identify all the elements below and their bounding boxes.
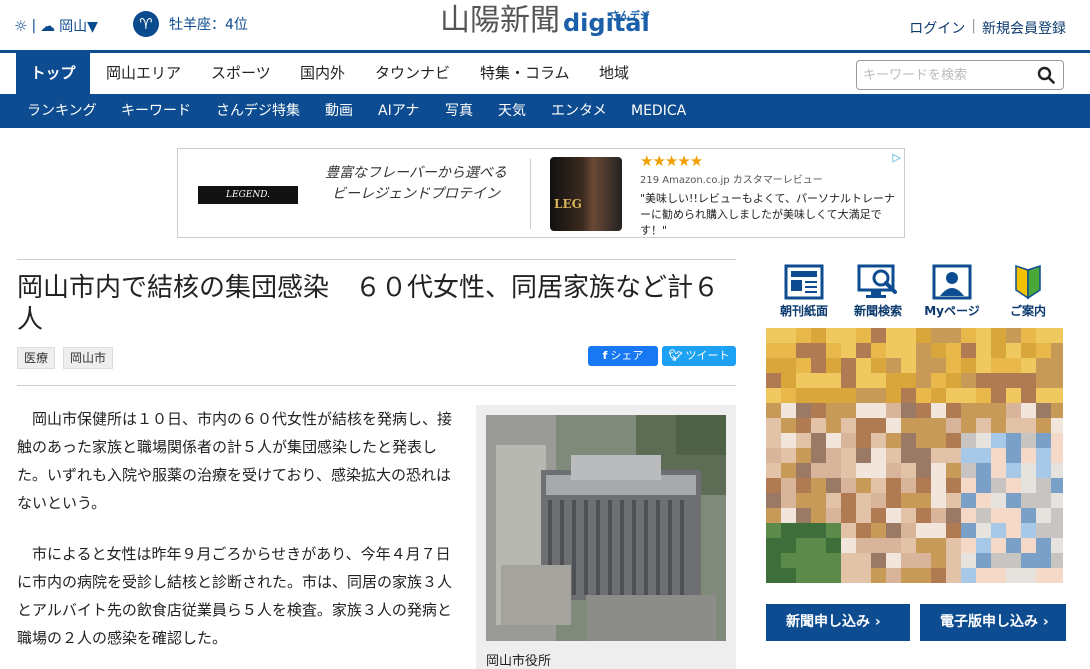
subnav-photo[interactable]: 写真 [445,94,473,128]
account-links: ログイン | 新規会員登録 [909,18,1066,38]
adchoices-icon[interactable]: ▷ [893,151,901,164]
nav-item-region[interactable]: 地域 [599,53,629,94]
subnav-weather[interactable]: 天気 [498,94,526,128]
newspaper-icon [784,264,824,300]
divider [17,259,736,260]
nav-item-sports[interactable]: スポーツ [211,53,271,94]
login-link[interactable]: ログイン [909,18,965,38]
subnav-medica[interactable]: MEDICA [631,94,686,128]
ad-divider [530,159,531,229]
top-bar: ☼ | ☁ 岡山▼ ♈ 牡羊座：4位 山陽新聞 さんデジ digital ログイ… [0,0,1090,50]
logo-digital: さんデジ digital [563,8,650,38]
facebook-share-button[interactable]: f シェア [588,346,658,366]
sidebar-my-page[interactable]: Myページ [917,264,987,319]
sidebar-morning-paper[interactable]: 朝刊紙面 [769,264,839,319]
main-nav: トップ 岡山エリア スポーツ 国内外 タウンナビ 特集・コラム 地域 [0,50,1090,94]
facebook-icon: f [602,349,608,362]
search-icon[interactable] [1037,66,1055,84]
subscribe-digital-button[interactable]: 電子版申し込み › [920,604,1066,641]
ad-product-image: LEG [550,157,622,231]
subnav-ranking[interactable]: ランキング [27,94,97,128]
site-logo[interactable]: 山陽新聞 さんデジ digital [440,4,650,38]
tag-okayama-city[interactable]: 岡山市 [63,347,114,369]
subnav-keyword[interactable]: キーワード [121,94,191,128]
article-paragraph: 市によると女性は昨年９月ごろからせきがあり、今年４月７日に市内の病院を受診し結核… [17,545,453,647]
logo-sub: さんデジ [609,11,650,22]
twitter-icon: 🐦︎ [668,349,683,362]
monitor-search-icon [857,264,897,298]
tag-medical[interactable]: 医療 [17,347,56,369]
sub-nav: ランキング キーワード さんデジ特集 動画 AIアナ 写真 天気 エンタメ ME… [0,94,1090,128]
twitter-share-button[interactable]: 🐦︎ ツイート [662,346,736,366]
subnav-ai-anchor[interactable]: AIアナ [378,94,419,128]
article-photo[interactable]: 岡山市役所 [476,405,736,669]
subscribe-newspaper-button[interactable]: 新聞申し込み › [766,604,910,641]
ad-banner[interactable]: LEGEND. 豊富なフレーバーから選べるビーレジェンドプロテイン LEG ★★… [177,148,905,238]
weather-widget[interactable]: ☼ | ☁ 岡山▼ [14,16,98,36]
search-box [856,60,1064,90]
ad-brand-logo: LEGEND. [198,186,298,204]
sidebar-newspaper-search[interactable]: 新聞検索 [843,264,913,319]
search-input[interactable] [863,62,1033,88]
ad-copy: 豊富なフレーバーから選べるビーレジェンドプロテイン [325,165,507,202]
horoscope-text[interactable]: 牡羊座：4位 [169,14,248,34]
divider [17,385,736,386]
aries-icon: ♈ [133,11,159,37]
sidebar-ad-image[interactable] [766,328,1063,583]
ad-quote: "美味しい!!レビューもよくて、パーソナルトレーナーに勧められ購入しましたが美味… [640,192,895,237]
register-link[interactable]: 新規会員登録 [982,18,1066,38]
nav-item-okayama-area[interactable]: 岡山エリア [106,53,181,94]
horoscope-widget[interactable]: ♈ 牡羊座：4位 [133,11,248,37]
nav-item-townnavi[interactable]: タウンナビ [375,53,450,94]
nav-item-features[interactable]: 特集・コラム [480,53,570,94]
user-page-icon [932,264,972,300]
nav-item-top[interactable]: トップ [16,53,90,94]
sun-icon: ☼ [14,17,28,35]
subnav-sandeji-feature[interactable]: さんデジ特集 [216,94,300,128]
ad-rating-stars: ★★★★★ [640,152,703,170]
subnav-entertainment[interactable]: エンタメ [551,94,607,128]
beginner-mark-icon [1015,264,1041,300]
nav-item-national[interactable]: 国内外 [300,53,345,94]
city-hall-photo [486,415,726,641]
article-paragraph: 岡山市保健所は１０日、市内の６０代女性が結核を発病し、接触のあった家族と職場関係… [17,410,453,512]
weather-city[interactable]: 岡山▼ [59,16,98,36]
logo-jp: 山陽新聞 [440,3,560,38]
subnav-video[interactable]: 動画 [325,94,353,128]
cloud-icon: ☁ [40,17,56,35]
ad-review-meta: 219 Amazon.co.jp カスタマーレビュー [640,175,823,186]
sidebar-guide[interactable]: ご案内 [993,264,1063,319]
photo-caption: 岡山市役所 [486,654,552,669]
article-title: 岡山市内で結核の集団感染 ６０代女性、同居家族など計６人 [17,273,720,335]
